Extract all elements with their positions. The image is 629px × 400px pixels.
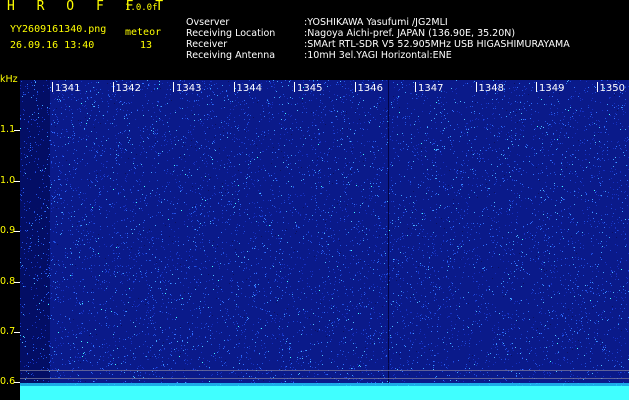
x-tick-label: 1341 [55, 83, 81, 94]
y-tick-mark [14, 181, 20, 182]
spectro-background [20, 80, 629, 400]
x-tick-mark [52, 82, 53, 92]
y-tick-mark [14, 130, 20, 131]
y-tick-label: 0.6 [0, 376, 16, 387]
x-tick-label: 1348 [478, 83, 504, 94]
x-tick-mark [112, 82, 114, 92]
image-filename: YY2609161340.png [10, 24, 107, 35]
x-tick-mark [536, 82, 537, 92]
x-tick-mark [294, 82, 295, 92]
x-tick-label: 1345 [297, 83, 323, 94]
y-tick-mark [14, 332, 20, 333]
y-tick-mark [14, 282, 20, 283]
x-tick-label: 1347 [418, 83, 444, 94]
meta-antenna: Receiving Antenna :10mH 3el.YAGI Horizont… [180, 39, 452, 61]
x-tick-label: 1344 [236, 83, 262, 94]
ref-line-lower [20, 378, 629, 379]
spectrogram [20, 80, 629, 400]
meta-antenna-key: Receiving Antenna [186, 50, 276, 61]
x-tick-mark [173, 82, 174, 92]
meta-antenna-value: :10mH 3el.YAGI Horizontal:ENE [304, 50, 452, 61]
x-tick-label: 1343 [176, 83, 202, 94]
meteor-label: meteor [125, 27, 162, 38]
baseline-band-edge [20, 383, 629, 386]
x-tick-mark [354, 82, 356, 92]
y-tick-label: 0.8 [0, 276, 16, 287]
x-tick-label: 1349 [539, 83, 565, 94]
capture-datetime: 26.09.16 13:40 [10, 40, 95, 51]
x-tick-mark [233, 82, 235, 92]
y-tick-label: 1.1 [0, 124, 16, 135]
y-tick-label: 0.7 [0, 326, 16, 337]
ref-line-upper [20, 370, 629, 371]
x-tick-label: 1346 [357, 83, 383, 94]
x-tick-mark [415, 82, 416, 92]
baseline-band [20, 386, 629, 400]
x-tick-label: 1350 [599, 83, 625, 94]
x-tick-mark [596, 82, 598, 92]
spectrogram-canvas [20, 80, 629, 400]
meteor-count: 13 [140, 40, 153, 51]
y-tick-label: 0.9 [0, 225, 16, 236]
x-tick-mark [475, 82, 477, 92]
spectro-marker-line [388, 80, 389, 386]
y-tick-mark [14, 231, 20, 232]
y-tick-label: 1.0 [0, 175, 16, 186]
y-tick-mark [14, 382, 20, 383]
app-version: 1.0.0f [125, 3, 158, 13]
x-tick-label: 1342 [115, 83, 141, 94]
y-axis-unit: kHz [0, 74, 18, 85]
